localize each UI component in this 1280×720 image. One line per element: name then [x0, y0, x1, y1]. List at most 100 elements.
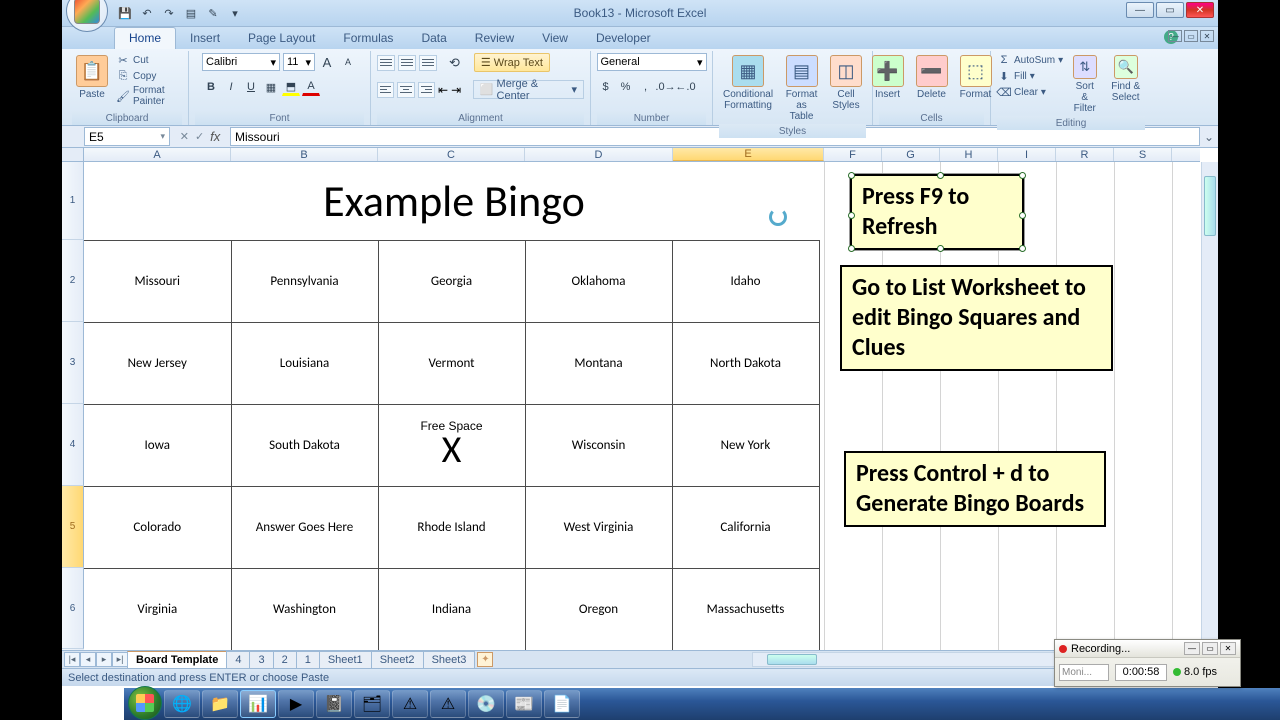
- tab-nav-next-icon[interactable]: ▸: [96, 652, 112, 667]
- font-color-button[interactable]: A: [302, 78, 320, 96]
- vertical-scrollbar[interactable]: [1201, 162, 1218, 650]
- ribbon-restore-icon[interactable]: ▭: [1184, 30, 1198, 42]
- bingo-cell[interactable]: Rhode Island: [378, 487, 525, 569]
- select-all-button[interactable]: [62, 148, 84, 162]
- tab-formulas[interactable]: Formulas: [329, 28, 407, 49]
- rec-close-button[interactable]: ✕: [1220, 642, 1236, 655]
- qat-icon[interactable]: ✎: [204, 4, 222, 22]
- enter-icon[interactable]: ✓: [195, 130, 204, 143]
- tab-nav-last-icon[interactable]: ▸|: [112, 652, 128, 667]
- fill-color-button[interactable]: ⬒: [282, 78, 300, 96]
- bingo-cell[interactable]: South Dakota: [231, 405, 378, 487]
- italic-button[interactable]: I: [222, 78, 240, 96]
- currency-button[interactable]: $: [597, 78, 615, 96]
- ribbon-minimize-icon[interactable]: —: [1168, 30, 1182, 42]
- autosum-button[interactable]: ΣAutoSum▾: [997, 53, 1063, 67]
- column-header[interactable]: B: [231, 148, 378, 161]
- rec-minimize-button[interactable]: —: [1184, 642, 1200, 655]
- sheet-tab[interactable]: 1: [296, 651, 320, 668]
- taskbar-powerpoint-icon[interactable]: 📰: [506, 690, 542, 718]
- qat-more-icon[interactable]: ▾: [226, 4, 244, 22]
- tab-data[interactable]: Data: [407, 28, 460, 49]
- font-name-combo[interactable]: Calibri▾: [202, 53, 280, 71]
- bingo-cell[interactable]: Idaho: [672, 241, 819, 323]
- number-format-combo[interactable]: General▾: [597, 53, 707, 71]
- qat-icon[interactable]: ▤: [182, 4, 200, 22]
- orientation-button[interactable]: ⟲: [449, 55, 460, 71]
- cancel-icon[interactable]: ✕: [180, 130, 189, 143]
- column-header[interactable]: C: [378, 148, 525, 161]
- fx-icon[interactable]: fx: [210, 129, 220, 144]
- sheet-tab[interactable]: 3: [249, 651, 273, 668]
- cut-button[interactable]: ✂Cut: [116, 53, 182, 67]
- align-center-button[interactable]: [397, 82, 414, 98]
- row-header[interactable]: 1: [62, 162, 84, 240]
- column-header[interactable]: A: [84, 148, 231, 161]
- close-button[interactable]: ✕: [1186, 2, 1214, 18]
- note-box[interactable]: Press Control + d to Generate Bingo Boar…: [844, 451, 1106, 527]
- selection-handle[interactable]: [848, 212, 855, 219]
- column-header[interactable]: H: [940, 148, 998, 161]
- row-header[interactable]: 4: [62, 404, 84, 486]
- align-left-button[interactable]: [377, 82, 394, 98]
- row-header[interactable]: 6: [62, 568, 84, 649]
- tab-nav-first-icon[interactable]: |◂: [64, 652, 80, 667]
- column-headers[interactable]: ABCDEFGHIRS: [84, 148, 1200, 162]
- align-top-button[interactable]: [377, 55, 395, 71]
- note-box[interactable]: Press F9 to Refresh: [850, 174, 1024, 250]
- sheet-tab[interactable]: Sheet1: [319, 651, 372, 668]
- sheet-tab[interactable]: 4: [226, 651, 250, 668]
- find-select-button[interactable]: 🔍Find & Select: [1106, 53, 1145, 105]
- grow-font-icon[interactable]: A: [318, 53, 336, 71]
- bingo-cell[interactable]: Oklahoma: [525, 241, 672, 323]
- conditional-formatting-button[interactable]: ▦Conditional Formatting: [719, 53, 777, 113]
- sheet-tab[interactable]: Sheet3: [423, 651, 476, 668]
- scrollbar-thumb[interactable]: [1204, 176, 1216, 236]
- selection-handle[interactable]: [848, 172, 855, 179]
- sheet-tab[interactable]: Sheet2: [371, 651, 424, 668]
- sheet-tab[interactable]: Board Template: [127, 651, 227, 668]
- column-header[interactable]: F: [824, 148, 882, 161]
- percent-button[interactable]: %: [617, 78, 635, 96]
- rec-maximize-button[interactable]: ▭: [1202, 642, 1218, 655]
- taskbar-onenote-icon[interactable]: 📓: [316, 690, 352, 718]
- bingo-cell[interactable]: Montana: [525, 323, 672, 405]
- row-header[interactable]: 5: [62, 486, 84, 568]
- taskbar-explorer-icon[interactable]: 📁: [202, 690, 238, 718]
- bingo-cell[interactable]: Louisiana: [231, 323, 378, 405]
- sort-filter-button[interactable]: ⇅Sort & Filter: [1067, 53, 1102, 116]
- bingo-cell[interactable]: Oregon: [525, 569, 672, 651]
- bold-button[interactable]: B: [202, 78, 220, 96]
- tab-view[interactable]: View: [528, 28, 582, 49]
- column-header[interactable]: E: [673, 148, 824, 161]
- bingo-cell[interactable]: California: [672, 487, 819, 569]
- decrease-decimal-button[interactable]: ←.0: [677, 78, 695, 96]
- bingo-cell[interactable]: Pennsylvania: [231, 241, 378, 323]
- note-box[interactable]: Go to List Worksheet to edit Bingo Squar…: [840, 265, 1113, 371]
- indent-inc-button[interactable]: ⇥: [451, 83, 461, 97]
- name-box[interactable]: E5▾: [84, 127, 170, 146]
- delete-cells-button[interactable]: ➖Delete: [912, 53, 952, 102]
- taskbar-excel-icon[interactable]: 📊: [240, 690, 276, 718]
- shrink-font-icon[interactable]: A: [339, 53, 357, 71]
- bingo-cell[interactable]: Iowa: [84, 405, 231, 487]
- bingo-cell[interactable]: Washington: [231, 569, 378, 651]
- column-header[interactable]: D: [525, 148, 673, 161]
- tab-nav-prev-icon[interactable]: ◂: [80, 652, 96, 667]
- bingo-cell[interactable]: New Jersey: [84, 323, 231, 405]
- tab-developer[interactable]: Developer: [582, 28, 665, 49]
- taskbar-app-icon[interactable]: 🗂: [354, 690, 390, 718]
- sheet-tab[interactable]: 2: [273, 651, 297, 668]
- format-as-table-button[interactable]: ▤Format as Table: [781, 53, 822, 124]
- bingo-cell[interactable]: North Dakota: [672, 323, 819, 405]
- bingo-cell[interactable]: Wisconsin: [525, 405, 672, 487]
- taskbar-app-icon[interactable]: ⚠: [430, 690, 466, 718]
- format-painter-button[interactable]: 🖌Format Painter: [116, 85, 182, 107]
- row-header[interactable]: 2: [62, 240, 84, 322]
- taskbar-app-icon[interactable]: 💿: [468, 690, 504, 718]
- taskbar-media-icon[interactable]: ▶: [278, 690, 314, 718]
- bingo-cell[interactable]: Answer Goes Here: [231, 487, 378, 569]
- insert-cells-button[interactable]: ➕Insert: [868, 53, 908, 102]
- tab-insert[interactable]: Insert: [176, 28, 234, 49]
- comma-button[interactable]: ,: [637, 78, 655, 96]
